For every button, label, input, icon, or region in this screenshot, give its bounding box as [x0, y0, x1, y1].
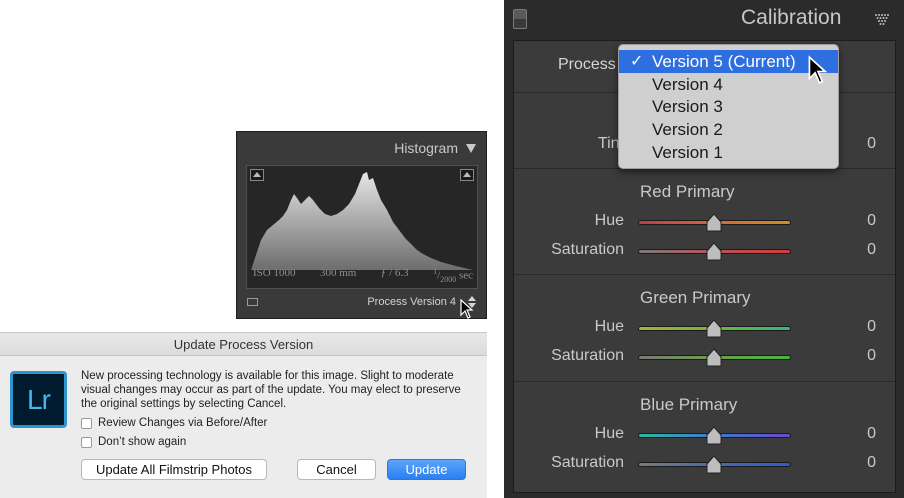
blue-hue-slider[interactable]	[638, 426, 791, 445]
red-saturation-value[interactable]: 0	[856, 241, 876, 259]
red-hue-slider[interactable]	[638, 213, 791, 232]
green-primary-title: Green Primary	[640, 288, 751, 307]
dropdown-option-version-5[interactable]: ✓ Version 5 (Current)	[619, 50, 838, 73]
calibration-title[interactable]: Calibration	[741, 6, 841, 30]
update-all-filmstrip-button[interactable]: Update All Filmstrip Photos	[81, 459, 267, 480]
blue-saturation-value[interactable]: 0	[856, 454, 876, 472]
review-changes-checkbox[interactable]: Review Changes via Before/After	[81, 417, 267, 429]
cancel-button[interactable]: Cancel	[297, 459, 376, 480]
update-process-dialog: Update Process Version Lr New processing…	[0, 332, 487, 498]
shutter-text: 1/2000 sec	[433, 267, 473, 284]
mouse-cursor-icon	[460, 299, 474, 319]
iso-text: ISO 1000	[253, 267, 296, 280]
option-label: Version 4	[652, 75, 723, 94]
section-divider	[514, 381, 895, 382]
collapse-triangle-icon[interactable]	[874, 13, 890, 27]
dialog-title: Update Process Version	[0, 333, 487, 356]
green-hue-slider[interactable]	[638, 319, 791, 338]
red-hue-label: Hue	[594, 212, 624, 229]
red-saturation-slider[interactable]	[638, 242, 791, 261]
aperture-text: ƒ / 6.3	[380, 267, 409, 280]
panel-switch-icon[interactable]	[513, 9, 527, 29]
original-photo-icon[interactable]	[247, 298, 258, 306]
checkbox-label: Review Changes via Before/After	[98, 417, 268, 429]
option-label: Version 5 (Current)	[652, 52, 796, 71]
blue-saturation-slider[interactable]	[638, 455, 791, 474]
histogram-exif: ISO 1000 300 mm ƒ / 6.3 1/2000 sec	[253, 267, 473, 284]
focal-text: 300 mm	[319, 267, 357, 280]
process-version-dropdown[interactable]: ✓ Version 5 (Current) Version 4 Version …	[618, 44, 839, 169]
blue-saturation-label: Saturation	[551, 454, 624, 471]
dropdown-option-version-2[interactable]: Version 2	[619, 118, 838, 141]
collapse-triangle-icon[interactable]	[466, 143, 476, 153]
histogram-footer: Process Version 4	[247, 293, 476, 311]
tint-label: Tint	[597, 135, 624, 152]
update-button[interactable]: Update	[387, 459, 466, 480]
checkbox-box[interactable]	[81, 417, 92, 429]
red-saturation-label: Saturation	[551, 241, 624, 258]
blue-hue-value[interactable]: 0	[856, 425, 876, 443]
red-hue-value[interactable]: 0	[856, 212, 876, 230]
checkbox-label: Don’t show again	[98, 436, 187, 448]
tint-value[interactable]: 0	[856, 135, 876, 153]
process-label: Process	[558, 56, 616, 73]
histogram-display: ISO 1000 300 mm ƒ / 6.3 1/2000 sec	[246, 165, 478, 289]
dropdown-option-version-4[interactable]: Version 4	[619, 73, 838, 96]
checkbox-box[interactable]	[81, 436, 92, 448]
histogram-header[interactable]: Histogram	[394, 140, 476, 156]
option-label: Version 1	[652, 143, 723, 162]
green-saturation-label: Saturation	[551, 347, 624, 364]
dialog-message: New processing technology is available f…	[81, 370, 461, 410]
dropdown-option-version-1[interactable]: Version 1	[619, 141, 838, 164]
histogram-panel: Histogram ISO 1000 300 mm ƒ / 6.3 1/2000…	[236, 131, 487, 319]
option-label: Version 3	[652, 97, 723, 116]
process-version-label[interactable]: Process Version 4	[367, 296, 456, 308]
green-hue-label: Hue	[594, 318, 624, 335]
histogram-title: Histogram	[394, 140, 458, 156]
section-divider	[514, 274, 895, 275]
lightroom-logo: Lr	[10, 371, 67, 428]
dont-show-again-checkbox[interactable]: Don’t show again	[81, 436, 186, 448]
checkmark-icon: ✓	[630, 53, 644, 70]
option-label: Version 2	[652, 120, 723, 139]
red-primary-title: Red Primary	[640, 182, 735, 201]
blue-hue-label: Hue	[594, 425, 624, 442]
green-saturation-slider[interactable]	[638, 348, 791, 367]
green-saturation-value[interactable]: 0	[856, 347, 876, 365]
dropdown-option-version-3[interactable]: Version 3	[619, 95, 838, 118]
mouse-cursor-icon	[808, 55, 828, 85]
histogram-graph	[251, 172, 473, 270]
green-hue-value[interactable]: 0	[856, 318, 876, 336]
blue-primary-title: Blue Primary	[640, 395, 738, 414]
